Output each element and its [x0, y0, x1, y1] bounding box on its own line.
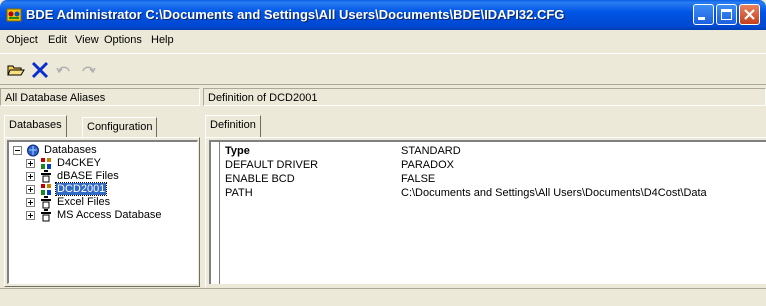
menu-view[interactable]: View — [75, 34, 99, 46]
alias-tree[interactable]: Databases D4CKEY dBASE Files DCD2001 Exc — [7, 140, 198, 284]
tree-root-label: Databases — [44, 144, 97, 156]
minimize-icon — [698, 17, 705, 20]
grid-value[interactable]: FALSE — [401, 173, 435, 185]
status-bar — [0, 288, 766, 306]
delete-x-icon — [31, 61, 49, 79]
grid-key: Type — [225, 145, 250, 157]
tab-configuration[interactable]: Configuration — [82, 117, 158, 137]
close-icon — [744, 9, 755, 20]
grid-key: DEFAULT DRIVER — [225, 159, 319, 171]
title-bar[interactable]: BDE Administrator C:\Documents and Setti… — [0, 0, 766, 30]
grid-value[interactable]: STANDARD — [401, 145, 461, 157]
undo-button[interactable] — [54, 60, 74, 80]
grid-value[interactable]: C:\Documents and Settings\All Users\Docu… — [401, 187, 707, 199]
tree-item[interactable]: MS Access Database — [11, 209, 196, 222]
databases-icon — [27, 144, 39, 157]
tree-item[interactable]: D4CKEY — [11, 157, 196, 170]
menu-bar: Object Edit View Options Help — [0, 30, 766, 50]
tree-item-label: dBASE Files — [57, 170, 119, 182]
tree-item-label: Excel Files — [57, 196, 111, 208]
grid-key: PATH — [225, 187, 253, 199]
maximize-button[interactable] — [716, 4, 737, 25]
toolbar — [0, 53, 766, 85]
pane-splitter[interactable] — [200, 85, 203, 288]
redo-icon — [82, 66, 96, 74]
expand-icon[interactable] — [26, 172, 35, 181]
grid-indicator-column — [219, 142, 220, 284]
expand-icon[interactable] — [26, 185, 35, 194]
minimize-button[interactable] — [693, 4, 714, 25]
bde-admin-icon — [6, 8, 22, 22]
menu-object[interactable]: Object — [6, 34, 38, 46]
open-button[interactable] — [6, 60, 26, 80]
open-folder-icon — [7, 65, 25, 76]
grid-row-path[interactable]: PATH C:\Documents and Settings\All Users… — [221, 187, 766, 200]
expand-icon[interactable] — [26, 159, 35, 168]
close-button[interactable] — [739, 4, 760, 25]
tree-item-label: D4CKEY — [57, 157, 102, 169]
definition-grid[interactable]: Type STANDARD DEFAULT DRIVER PARADOX ENA… — [209, 140, 766, 284]
database-alias-icon — [41, 196, 51, 209]
grid-row-type[interactable]: Type STANDARD — [221, 145, 766, 158]
tree-item-label-selected: DCD2001 — [54, 182, 108, 196]
menu-help[interactable]: Help — [151, 34, 174, 46]
redo-button[interactable] — [78, 60, 98, 80]
collapse-icon[interactable] — [13, 146, 22, 155]
maximize-icon — [721, 9, 732, 20]
grid-key: ENABLE BCD — [225, 173, 295, 185]
tree-item-label: MS Access Database — [57, 209, 162, 221]
tab-definition[interactable]: Definition — [205, 115, 261, 137]
window-title: BDE Administrator C:\Documents and Setti… — [26, 7, 565, 22]
menu-edit[interactable]: Edit — [48, 34, 67, 46]
definition-header: Definition of DCD2001 — [203, 88, 766, 106]
tree-item[interactable]: dBASE Files — [11, 170, 196, 183]
tree-item[interactable]: Excel Files — [11, 196, 196, 209]
expand-icon[interactable] — [26, 198, 35, 207]
menu-options[interactable]: Options — [104, 34, 142, 46]
expand-icon[interactable] — [26, 211, 35, 220]
grid-value[interactable]: PARADOX — [401, 159, 454, 171]
database-alias-icon — [41, 184, 51, 195]
database-alias-icon — [41, 158, 51, 169]
tree-root-databases[interactable]: Databases — [11, 144, 196, 157]
database-alias-icon — [41, 170, 51, 183]
grid-row-enable-bcd[interactable]: ENABLE BCD FALSE — [221, 173, 766, 186]
tab-databases[interactable]: Databases — [4, 115, 67, 137]
tree-item[interactable]: DCD2001 — [11, 182, 196, 196]
grid-row-default-driver[interactable]: DEFAULT DRIVER PARADOX — [221, 159, 766, 172]
delete-button[interactable] — [30, 60, 50, 80]
undo-icon — [56, 66, 70, 74]
database-alias-icon — [41, 209, 51, 222]
aliases-header: All Database Aliases — [0, 88, 200, 106]
